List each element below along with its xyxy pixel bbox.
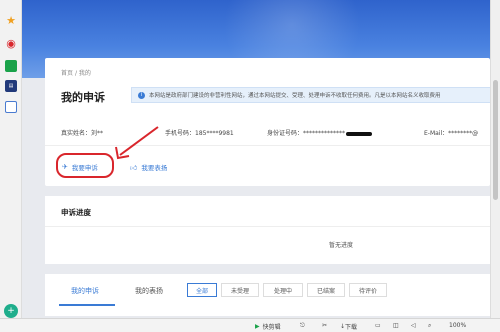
phone-label: 手机号码：	[165, 130, 196, 137]
filter-unaccepted[interactable]: 未受理	[221, 283, 259, 297]
tools-icon[interactable]: ✂	[322, 322, 327, 329]
weibo-icon[interactable]: ◉	[5, 37, 17, 50]
download-label: 下载	[345, 324, 358, 331]
window-icon[interactable]: ◫	[393, 322, 399, 329]
breadcrumb-separator: /	[74, 70, 77, 77]
doc-icon[interactable]	[5, 101, 17, 113]
phone-value: 185****9981	[195, 130, 234, 137]
star-icon[interactable]: ★	[5, 14, 17, 27]
id-number-value: **************	[303, 130, 346, 137]
info-icon: i	[138, 91, 145, 99]
page-icon[interactable]: ▭	[375, 322, 381, 329]
tab-my-praises[interactable]: 我的表扬	[135, 286, 163, 296]
real-name-field: 真实姓名：刘**	[61, 128, 103, 137]
progress-card: 申诉进度 暂无进度	[45, 196, 490, 264]
zoom-icon[interactable]: ⌕	[428, 322, 431, 330]
real-name-value: 刘**	[91, 130, 104, 137]
filter-all[interactable]: 全部	[187, 283, 217, 297]
no-progress-text: 暂无进度	[329, 242, 354, 249]
annotation-circle	[56, 153, 114, 178]
email-field: E-Mail：********@	[424, 128, 478, 137]
news-icon[interactable]: ▤	[5, 80, 17, 92]
records-tabs-card: 我的申诉 我的表扬 全部 未受理 处理中 已结案 待评价	[45, 274, 490, 316]
screenshot-icon[interactable]: ⎋	[300, 322, 305, 330]
scrollbar-thumb[interactable]	[493, 80, 498, 200]
notice-text: 本网站是政府部门建设的非营利性网站，通过本网站提交、受理、处理申诉不收取任何费用…	[149, 93, 441, 99]
email-label: E-Mail：	[424, 130, 449, 137]
phone-field: 手机号码：185****9981	[165, 128, 234, 137]
email-value: ********@	[448, 130, 479, 137]
thumbs-up-icon: 👍︎	[130, 163, 138, 172]
filter-processing[interactable]: 处理中	[263, 283, 303, 297]
quick-clip-button[interactable]: ▶ 快剪辑	[255, 322, 281, 331]
vertical-scrollbar[interactable]	[490, 0, 500, 318]
mail-icon[interactable]	[5, 60, 17, 72]
real-name-label: 真实姓名：	[61, 130, 92, 137]
redaction-mark	[346, 131, 373, 136]
complaint-card: 首页 / 我的 我的申诉 i 本网站是政府部门建设的非营利性网站，通过本网站提交…	[45, 58, 496, 186]
breadcrumb-current: 我的	[78, 70, 91, 77]
zoom-level[interactable]: 100%	[449, 322, 466, 329]
download-button[interactable]: ↓ 下载	[340, 322, 357, 331]
active-tab-indicator	[59, 304, 115, 306]
card-divider	[45, 145, 490, 146]
progress-divider	[45, 226, 490, 227]
filter-pending-review[interactable]: 待评价	[349, 283, 387, 297]
id-number-field: 身份证号码：**************	[267, 128, 373, 137]
id-number-label: 身份证号码：	[267, 130, 304, 137]
browser-sidebar: ★ ◉ ▤ +	[0, 0, 22, 332]
progress-title: 申诉进度	[61, 208, 91, 217]
page-title: 我的申诉	[61, 91, 105, 104]
browser-statusbar: ▶ 快剪辑 ⎋ ✂ ↓ 下载 ▭ ◫ ◁ ⌕ 100%	[0, 318, 500, 332]
quick-clip-label: 快剪辑	[262, 324, 281, 331]
notice-banner: i 本网站是政府部门建设的非营利性网站，通过本网站提交、受理、处理申诉不收取任何…	[131, 87, 496, 103]
sound-icon[interactable]: ◁	[411, 322, 416, 329]
breadcrumb: 首页 / 我的	[61, 68, 91, 77]
give-praise-label: 我要表扬	[141, 164, 168, 172]
play-icon: ▶	[255, 323, 260, 330]
give-praise-button[interactable]: 👍︎ 我要表扬	[130, 162, 168, 173]
filter-closed[interactable]: 已结案	[307, 283, 345, 297]
tab-my-complaints[interactable]: 我的申诉	[71, 286, 99, 296]
add-icon[interactable]: +	[4, 304, 18, 318]
breadcrumb-home[interactable]: 首页	[61, 70, 73, 77]
